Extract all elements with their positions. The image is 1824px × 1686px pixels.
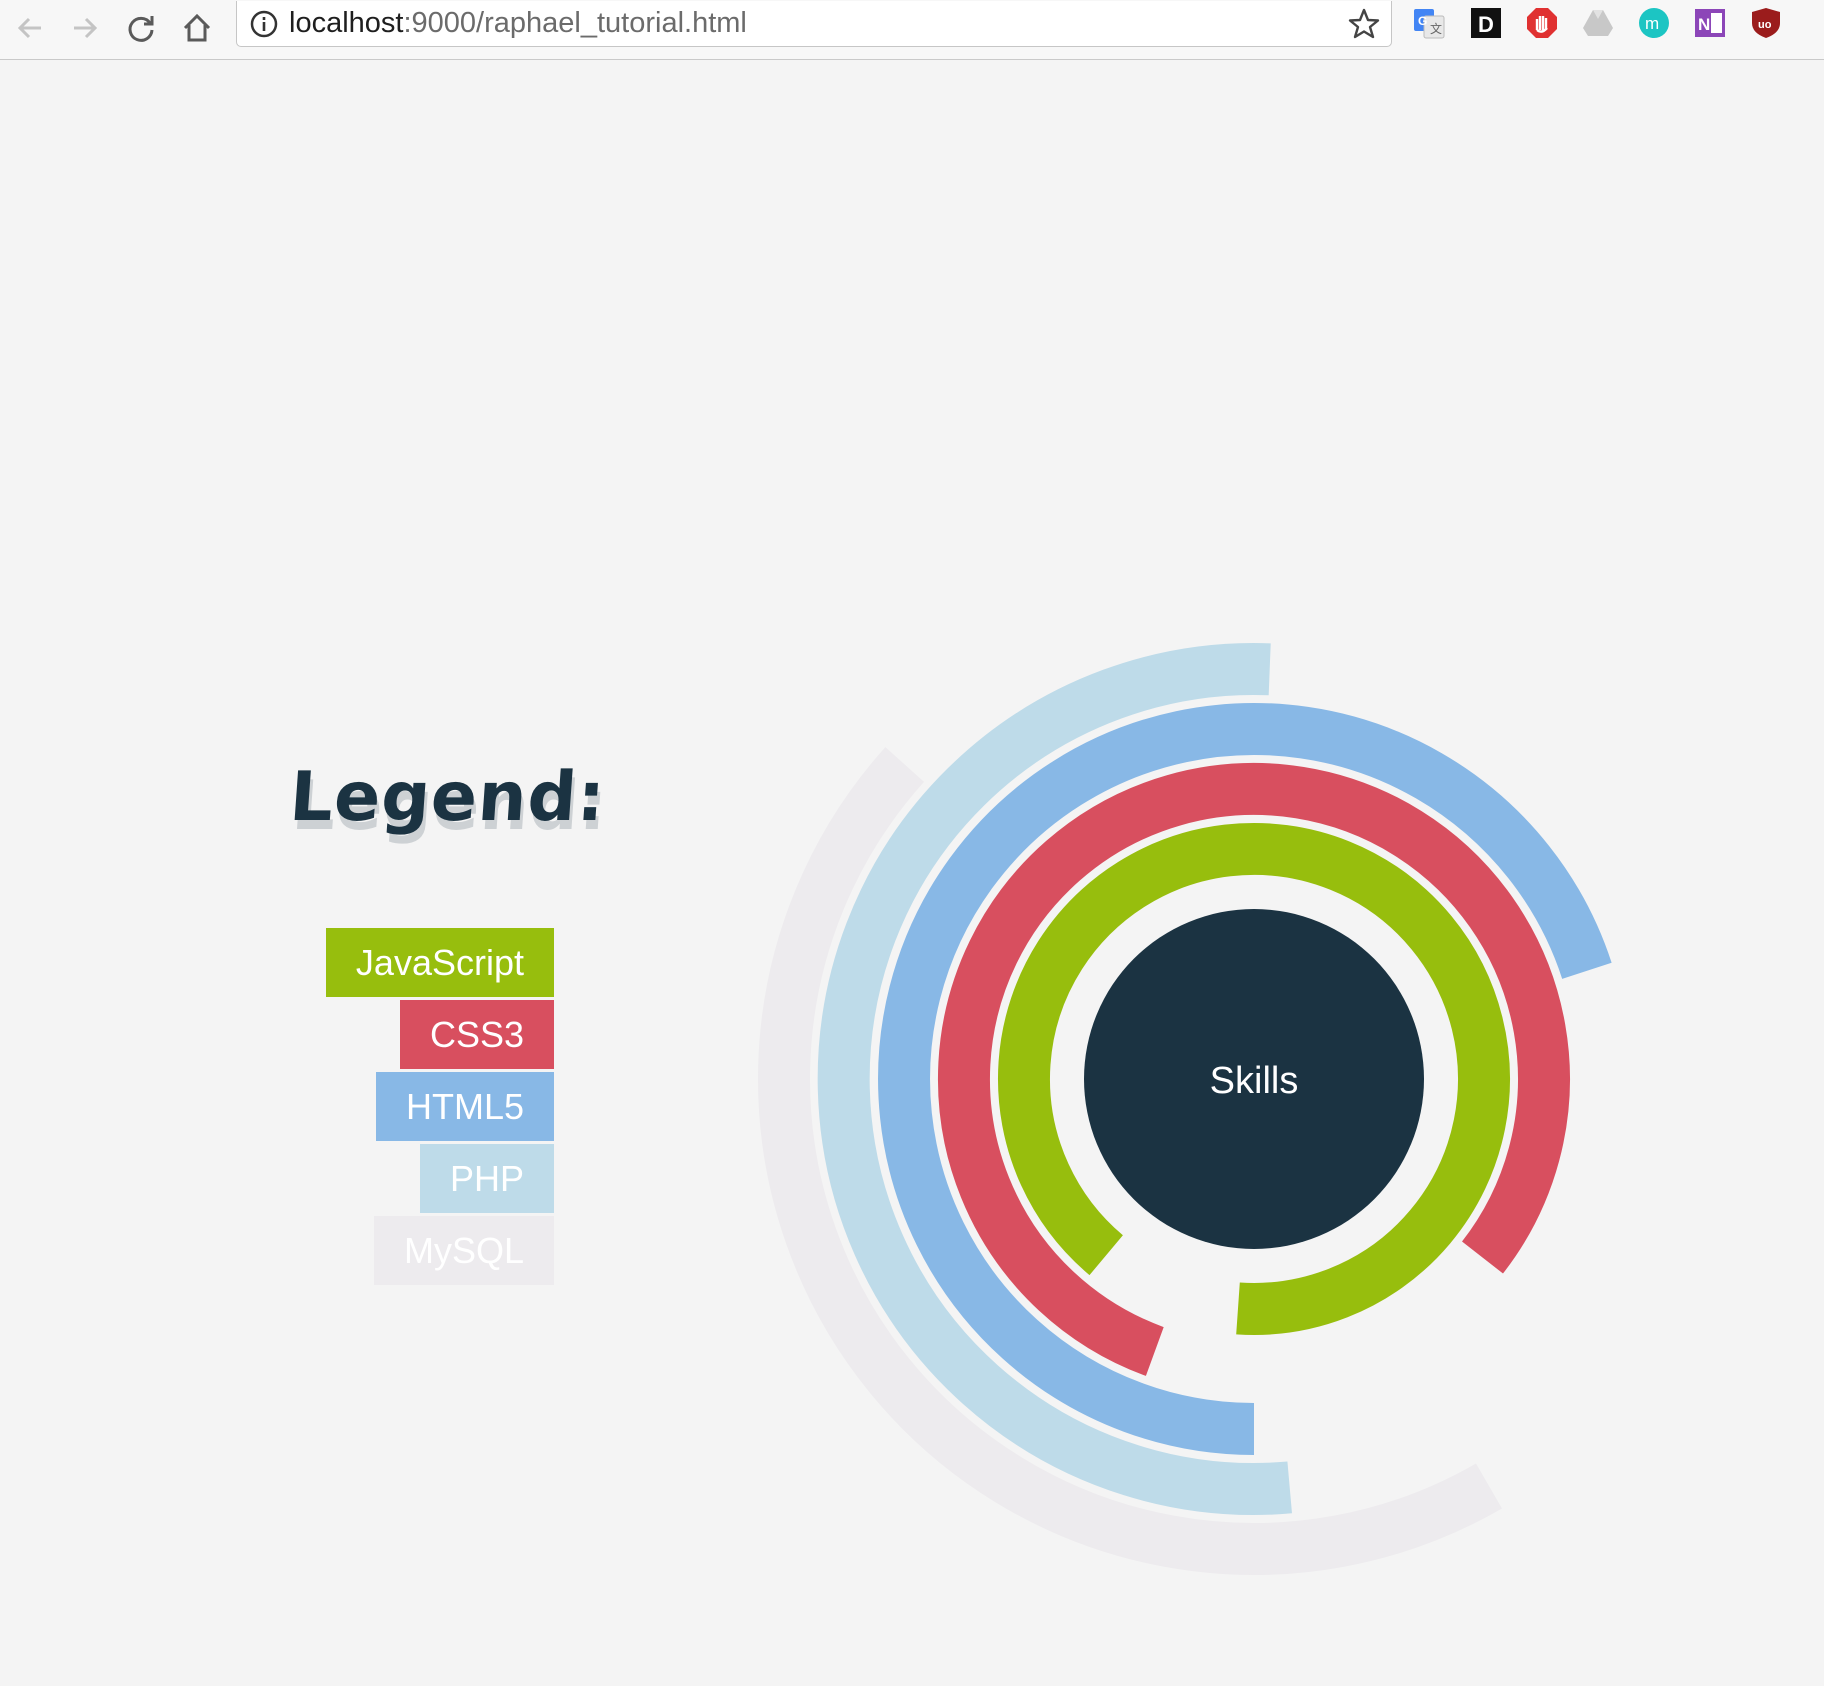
skills-chart: Skills	[758, 642, 1612, 1575]
center-label: Skills	[1210, 1060, 1299, 1102]
